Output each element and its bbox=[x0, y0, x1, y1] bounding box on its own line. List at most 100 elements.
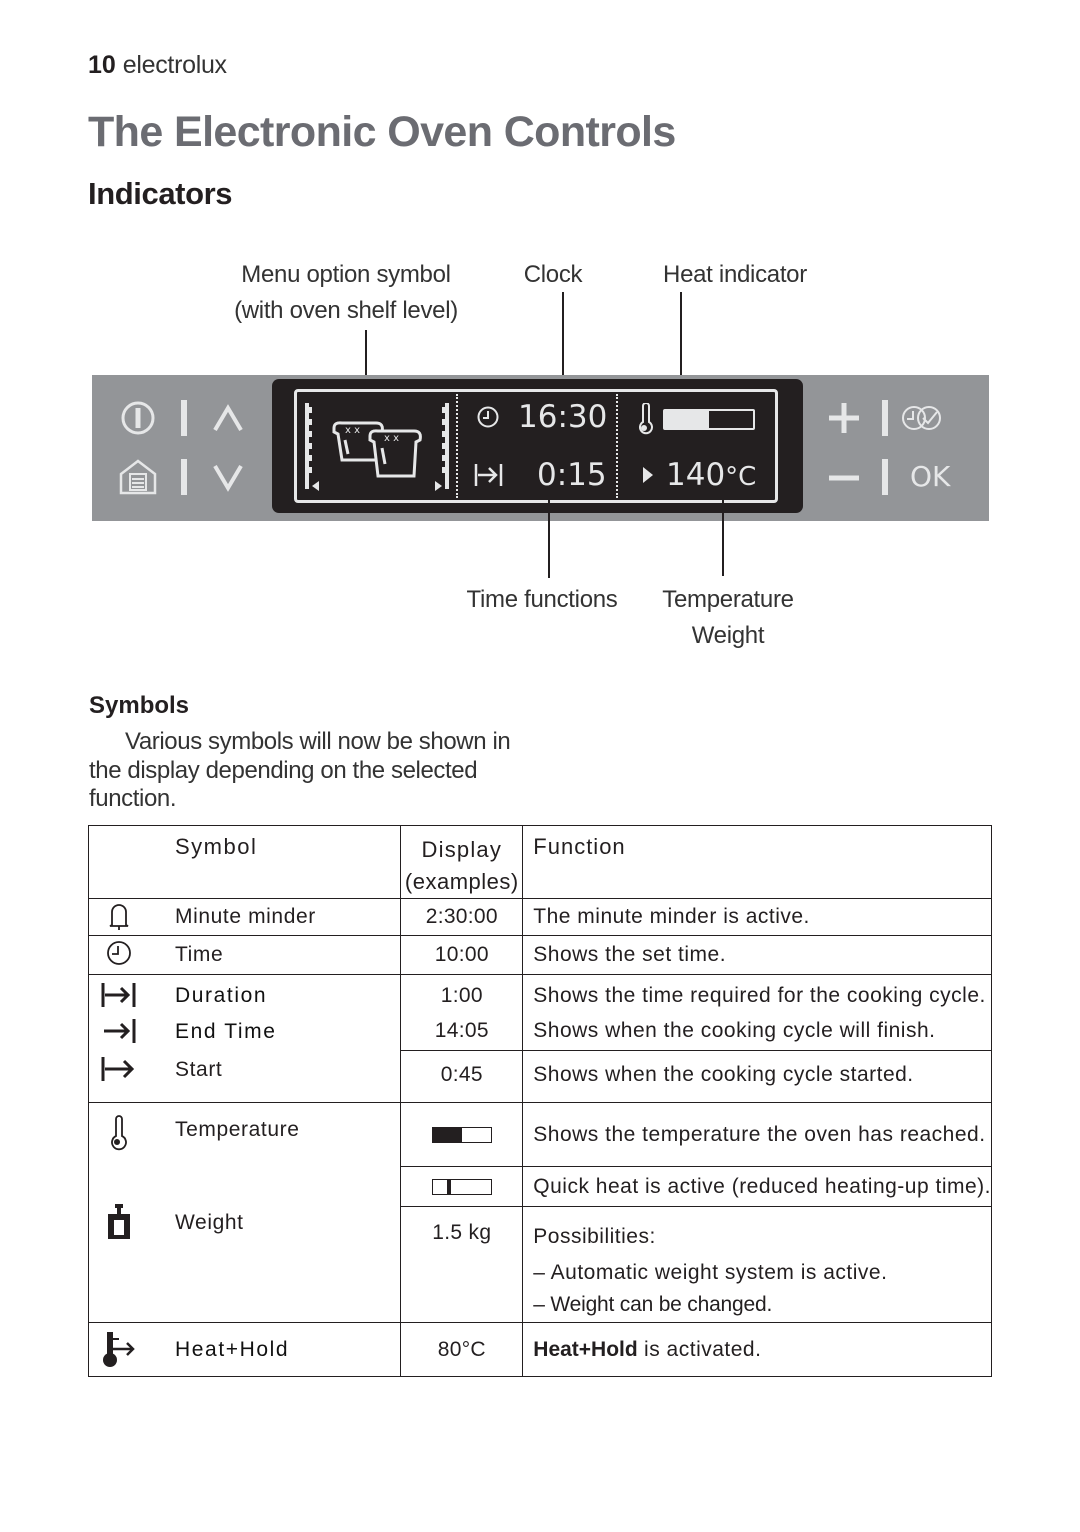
symbol-cell: End Time bbox=[87, 1016, 402, 1051]
weight-icon bbox=[89, 1203, 149, 1243]
thermometer-icon bbox=[89, 1115, 149, 1151]
plus-icon bbox=[829, 403, 859, 433]
page-title: The Electronic Oven Controls bbox=[88, 108, 676, 156]
quick-heat-marker bbox=[447, 1179, 452, 1194]
symbol-cell: Duration bbox=[87, 974, 402, 1017]
down-button[interactable] bbox=[210, 460, 246, 501]
function-text: Shows the set time. bbox=[522, 935, 992, 975]
symbol-label: Duration bbox=[175, 983, 268, 1007]
timer-confirm-button[interactable] bbox=[900, 402, 944, 439]
symbol-label: Temperature bbox=[175, 1118, 300, 1141]
temperature-unit: °C bbox=[725, 462, 757, 492]
play-arrow-icon bbox=[641, 466, 655, 489]
table-row: Temperature Weight Shows the temperature… bbox=[87, 1102, 992, 1323]
callout-weight: Weight bbox=[691, 622, 765, 649]
display-value bbox=[400, 1102, 524, 1167]
symbol-cell: Time bbox=[87, 935, 402, 975]
minus-icon bbox=[829, 475, 859, 481]
display-value: 2:30:00 bbox=[400, 898, 524, 936]
clock-icon bbox=[89, 940, 149, 970]
table-header-row: Symbol Display (examples) Function bbox=[87, 825, 992, 899]
minus-button[interactable] bbox=[826, 460, 862, 501]
heat-indicator-bar bbox=[663, 409, 755, 430]
end-time-icon bbox=[89, 1017, 149, 1047]
clock-time-readout: 16:30 bbox=[518, 399, 608, 435]
function-heading: Possibilities: bbox=[533, 1225, 656, 1248]
clock-icon bbox=[476, 405, 500, 434]
callout-clock: Clock bbox=[523, 261, 583, 288]
function-text: Shows the temperature the oven has reach… bbox=[522, 1102, 992, 1167]
table-row: Duration 1:00 Shows the time required fo… bbox=[87, 974, 992, 1017]
menu-button[interactable] bbox=[118, 458, 158, 501]
display-value: 80°C bbox=[400, 1322, 524, 1377]
up-button[interactable] bbox=[210, 400, 246, 441]
quick-heat-bar bbox=[431, 1178, 492, 1195]
symbols-table: Symbol Display (examples) Function Minut… bbox=[87, 825, 992, 1377]
section-title-symbols: Symbols bbox=[89, 692, 190, 719]
function-text: The minute minder is active. bbox=[522, 898, 992, 936]
callout-time-functions: Time functions bbox=[466, 586, 618, 613]
display-value: 1:00 bbox=[400, 974, 524, 1017]
symbol-cell: Start bbox=[87, 1050, 402, 1103]
function-list-item: – Automatic weight system is active. bbox=[533, 1261, 888, 1284]
function-text: Shows when the cooking cycle will finish… bbox=[522, 1016, 992, 1051]
callout-menu-option: Menu option symbol (with oven shelf leve… bbox=[220, 257, 472, 329]
duration-icon bbox=[89, 981, 149, 1011]
section-title-indicators: Indicators bbox=[88, 176, 233, 211]
display-value: 1.5 kg bbox=[400, 1206, 524, 1323]
function-text: Heat+Hold is activated. bbox=[522, 1322, 992, 1377]
shelf-level-right-icon bbox=[433, 403, 451, 498]
symbols-intro-text: Various symbols will now be shown in the… bbox=[89, 728, 511, 812]
table-row: Minute minder 2:30:00 The minute minder … bbox=[87, 898, 992, 936]
table-row: Start 0:45 Shows when the cooking cycle … bbox=[87, 1050, 992, 1103]
ok-button[interactable]: OK bbox=[910, 460, 950, 493]
callout-menu-option-line2: (with oven shelf level) bbox=[234, 297, 458, 324]
svg-text:x x: x x bbox=[384, 433, 399, 444]
svg-text:x x: x x bbox=[345, 425, 360, 436]
shelf-level-left-icon bbox=[303, 403, 321, 498]
menu-option-cake-icon: x xx x bbox=[328, 420, 426, 487]
callout-temperature-weight: Temperature Weight bbox=[648, 582, 808, 654]
oven-menu-icon bbox=[119, 459, 157, 495]
symbol-cell: Heat+Hold bbox=[87, 1322, 402, 1377]
duration-icon bbox=[474, 462, 504, 493]
callout-heat-indicator: Heat indicator bbox=[663, 261, 807, 288]
function-text: Quick heat is active (reduced heating-up… bbox=[522, 1166, 992, 1207]
temperature-value: 140 bbox=[666, 457, 726, 493]
brand-name: electrolux bbox=[122, 51, 227, 79]
temperature-readout: 140°C bbox=[666, 457, 756, 495]
function-bold-term: Heat+Hold bbox=[533, 1337, 638, 1361]
header-function: Function bbox=[522, 825, 992, 899]
chevron-down-icon bbox=[213, 464, 243, 492]
display-value: 14:05 bbox=[400, 1016, 524, 1051]
table-row: Time 10:00 Shows the set time. bbox=[87, 935, 992, 975]
function-text: Shows the time required for the cooking … bbox=[522, 974, 992, 1017]
display-divider bbox=[456, 394, 458, 498]
symbol-label: End Time bbox=[175, 1019, 277, 1043]
display-value bbox=[400, 1166, 524, 1207]
heat-indicator-fill bbox=[665, 411, 709, 428]
function-list-item: – Weight can be changed. bbox=[533, 1293, 773, 1316]
header-display-line2: (examples) bbox=[404, 869, 519, 894]
leader-line-time bbox=[548, 500, 550, 578]
table-row: End Time 14:05 Shows when the cooking cy… bbox=[87, 1016, 992, 1051]
header-display-line1: Display bbox=[421, 837, 503, 862]
power-button[interactable] bbox=[120, 400, 156, 441]
display-value: 10:00 bbox=[400, 935, 524, 975]
symbol-label: Time bbox=[175, 943, 224, 966]
separator bbox=[882, 400, 888, 436]
display-divider bbox=[616, 394, 618, 498]
plus-button[interactable] bbox=[826, 400, 862, 441]
symbol-label: Start bbox=[175, 1057, 223, 1081]
heat-hold-icon bbox=[89, 1330, 149, 1370]
leader-line-temperature bbox=[722, 500, 724, 576]
clock-check-icon bbox=[902, 406, 941, 430]
header-symbol: Symbol bbox=[87, 825, 402, 899]
callout-menu-option-line1: Menu option symbol bbox=[241, 261, 451, 288]
function-rest: is activated. bbox=[637, 1337, 762, 1361]
start-icon bbox=[89, 1055, 149, 1085]
temperature-symbol: Temperature bbox=[89, 1115, 400, 1151]
separator bbox=[882, 459, 888, 495]
power-icon bbox=[121, 401, 155, 435]
duration-readout: 0:15 bbox=[537, 457, 607, 493]
